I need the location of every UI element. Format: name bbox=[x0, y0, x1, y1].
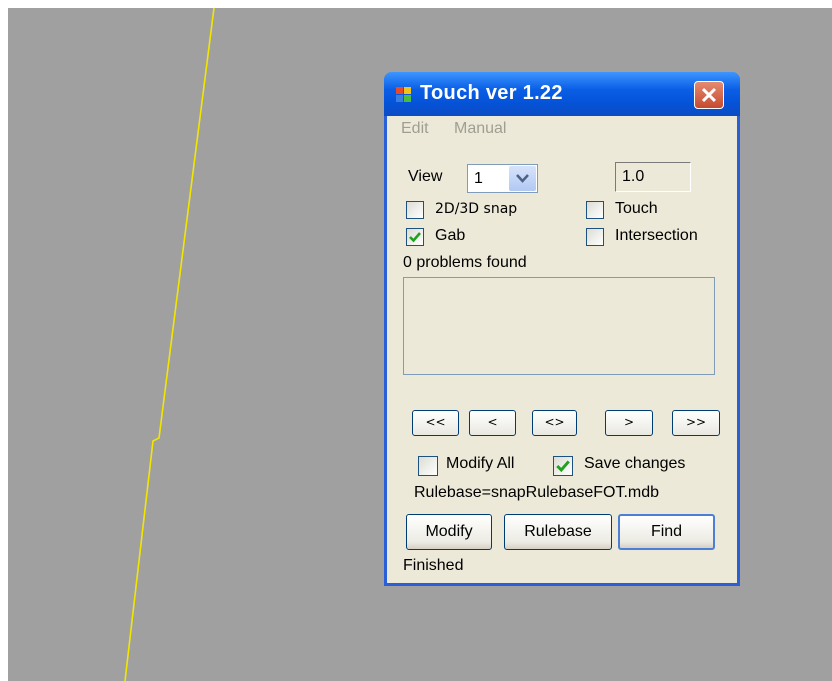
chevron-down-icon bbox=[516, 174, 529, 183]
view-select-value: 1 bbox=[474, 170, 483, 187]
app-window-icon bbox=[396, 87, 412, 103]
rulebase-path: Rulebase=snapRulebaseFOT.mdb bbox=[414, 484, 660, 501]
prev-button[interactable]: < bbox=[469, 410, 516, 436]
window-title: Touch ver 1.22 bbox=[420, 82, 563, 104]
checkmark-icon bbox=[556, 460, 570, 473]
view-select[interactable]: 1 bbox=[467, 164, 538, 193]
snap-checkbox[interactable] bbox=[406, 201, 424, 219]
touch-checkbox[interactable] bbox=[586, 201, 604, 219]
title-bar[interactable]: Touch ver 1.22 ✕ bbox=[384, 72, 740, 116]
next-button[interactable]: > bbox=[605, 410, 653, 436]
first-button[interactable]: << bbox=[412, 410, 459, 436]
center-button[interactable]: <> bbox=[532, 410, 577, 436]
intersection-label: Intersection bbox=[615, 227, 698, 244]
modify-all-label: Modify All bbox=[446, 455, 515, 472]
value-field: 1.0 bbox=[615, 162, 691, 192]
dropdown-button[interactable] bbox=[509, 166, 536, 191]
menu-bar: Edit Manual bbox=[387, 116, 737, 140]
modify-button[interactable]: Modify bbox=[406, 514, 492, 550]
value-text: 1.0 bbox=[622, 168, 645, 185]
rulebase-button[interactable]: Rulebase bbox=[504, 514, 612, 550]
checkmark-icon bbox=[409, 232, 421, 243]
touch-label: Touch bbox=[615, 200, 658, 217]
menu-edit[interactable]: Edit bbox=[401, 120, 429, 138]
problems-list[interactable] bbox=[403, 277, 715, 375]
status-text: Finished bbox=[403, 557, 464, 574]
modify-all-checkbox[interactable] bbox=[418, 456, 438, 476]
menu-manual[interactable]: Manual bbox=[454, 120, 506, 138]
snap-label: 2D/3D snap bbox=[435, 201, 518, 217]
gab-label: Gab bbox=[435, 227, 466, 244]
touch-dialog: Touch ver 1.22 ✕ Edit Manual View 1 1.0 … bbox=[384, 72, 740, 586]
last-button[interactable]: >> bbox=[672, 410, 720, 436]
problems-count: 0 problems found bbox=[403, 254, 527, 271]
save-changes-checkbox[interactable] bbox=[553, 456, 573, 476]
find-button[interactable]: Find bbox=[618, 514, 715, 550]
view-label: View bbox=[408, 168, 443, 185]
intersection-checkbox[interactable] bbox=[586, 228, 604, 246]
save-changes-label: Save changes bbox=[584, 455, 686, 472]
gab-checkbox[interactable] bbox=[406, 228, 424, 246]
close-button[interactable]: ✕ bbox=[694, 81, 724, 109]
